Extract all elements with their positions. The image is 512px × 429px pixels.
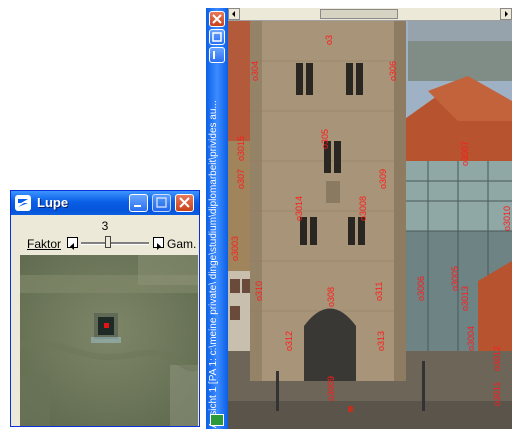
- minimize-icon: [134, 205, 141, 207]
- lupe-title: Lupe: [37, 195, 69, 210]
- lupe-title-bar[interactable]: Lupe: [11, 191, 199, 215]
- lupe-window: Lupe 3 Faktor Gam.: [10, 190, 200, 427]
- close-button[interactable]: [175, 194, 194, 212]
- point-label-o3012: o3012: [492, 346, 502, 371]
- point-label-o3009: o3009: [326, 376, 336, 401]
- maximize-icon: [212, 32, 222, 42]
- viewer-app-icon: [210, 414, 224, 426]
- point-label-o313: o313: [376, 331, 386, 351]
- scroll-thumb[interactable]: [320, 9, 398, 19]
- arrow-left-icon: [232, 11, 235, 17]
- measurement-marker: [104, 323, 109, 328]
- factor-slider-track[interactable]: [81, 242, 149, 245]
- factor-label: Faktor: [27, 237, 62, 251]
- point-label-o307: o307: [236, 169, 246, 189]
- point-label-o305: o305: [320, 129, 330, 149]
- point-label-o310: o310: [254, 281, 264, 301]
- close-icon: [212, 14, 222, 24]
- point-label-o3010: o3010: [502, 206, 512, 231]
- factor-value: 3: [101, 219, 109, 233]
- point-label-o304: o304: [250, 61, 260, 81]
- arrow-right-icon: [157, 243, 161, 250]
- factor-slider-thumb[interactable]: [105, 236, 111, 248]
- close-icon: [179, 197, 190, 208]
- tower-photo: o304 o3 o306 o305 o3015 o307 o309 o3014 o3008 o31…: [228, 21, 512, 429]
- point-label-o311: o311: [374, 282, 384, 301]
- viewer-close-button[interactable]: [209, 11, 225, 27]
- minimize-button[interactable]: [129, 194, 148, 212]
- photo-canvas[interactable]: o304 o3 o306 o305 o3015 o307 o309 o3014 o3008 o31…: [228, 21, 512, 429]
- point-label-o3014: o3014: [294, 196, 304, 221]
- image-viewer-window: Ansicht 1 [PA 1: c:\meine private\ dinge…: [206, 8, 512, 429]
- point-label-o308: o308: [326, 287, 336, 307]
- point-label-o3011: o3011: [492, 382, 502, 406]
- point-label-o3004: o3004: [466, 326, 476, 351]
- point-label-o312: o312: [284, 331, 294, 351]
- arrow-right-icon: [505, 11, 508, 17]
- minimize-icon: [213, 51, 215, 59]
- viewer-title-bar[interactable]: Ansicht 1 [PA 1: c:\meine private\ dinge…: [206, 8, 228, 429]
- viewer-minimize-button[interactable]: [209, 47, 225, 63]
- scroll-left-button[interactable]: [228, 8, 240, 20]
- viewer-maximize-button[interactable]: [209, 29, 225, 45]
- point-label-o306: o306: [388, 61, 398, 81]
- horizontal-scrollbar[interactable]: [228, 8, 512, 21]
- maximize-icon: [156, 197, 167, 208]
- magnifier-app-icon: [15, 195, 31, 211]
- gamma-label: Gam.: [167, 237, 197, 251]
- point-label-o3007: o3007: [460, 141, 470, 166]
- point-label-o309: o309: [378, 169, 388, 189]
- point-label-o3005: o3005: [450, 266, 460, 291]
- point-label-o3008: o3008: [358, 196, 368, 221]
- viewer-title: Ansicht 1 [PA 1: c:\meine private\ dinge…: [208, 100, 219, 428]
- point-label-o3: o3: [324, 35, 334, 45]
- slider-increase-button[interactable]: [153, 237, 164, 250]
- maximize-button[interactable]: [152, 194, 171, 212]
- slider-decrease-button[interactable]: [67, 237, 78, 250]
- point-label-o3006: o3006: [416, 276, 426, 301]
- arrow-left-icon: [70, 243, 74, 250]
- magnified-view[interactable]: [20, 255, 198, 426]
- point-label-o3013: o3013: [460, 286, 470, 311]
- magnified-image: [20, 255, 198, 426]
- scroll-right-button[interactable]: [500, 8, 512, 20]
- point-label-o3003: o3003: [230, 236, 240, 261]
- point-label-o3015: o3015: [236, 136, 246, 161]
